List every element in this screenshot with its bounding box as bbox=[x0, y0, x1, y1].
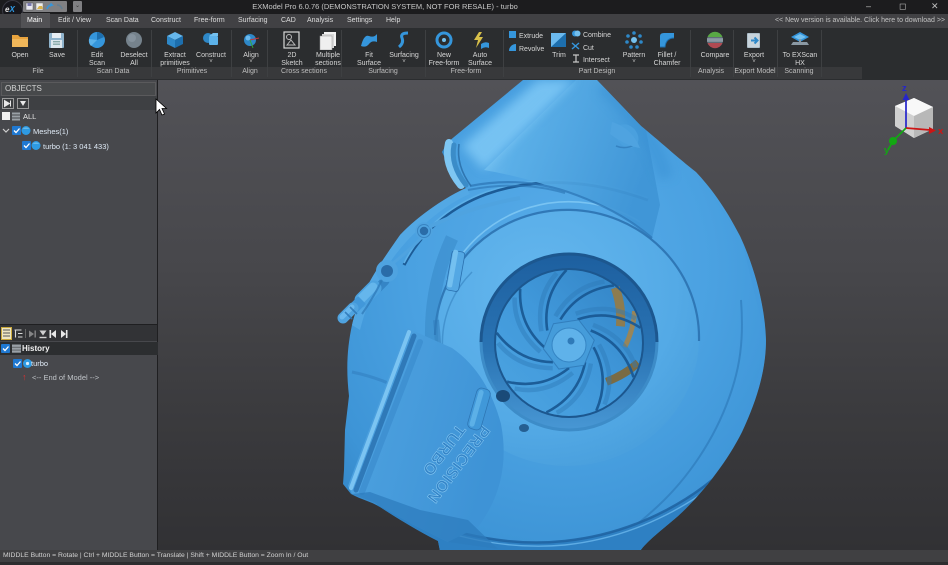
svg-text:y: y bbox=[884, 145, 890, 156]
svg-text:x: x bbox=[938, 126, 944, 137]
svg-text:z: z bbox=[902, 83, 907, 94]
